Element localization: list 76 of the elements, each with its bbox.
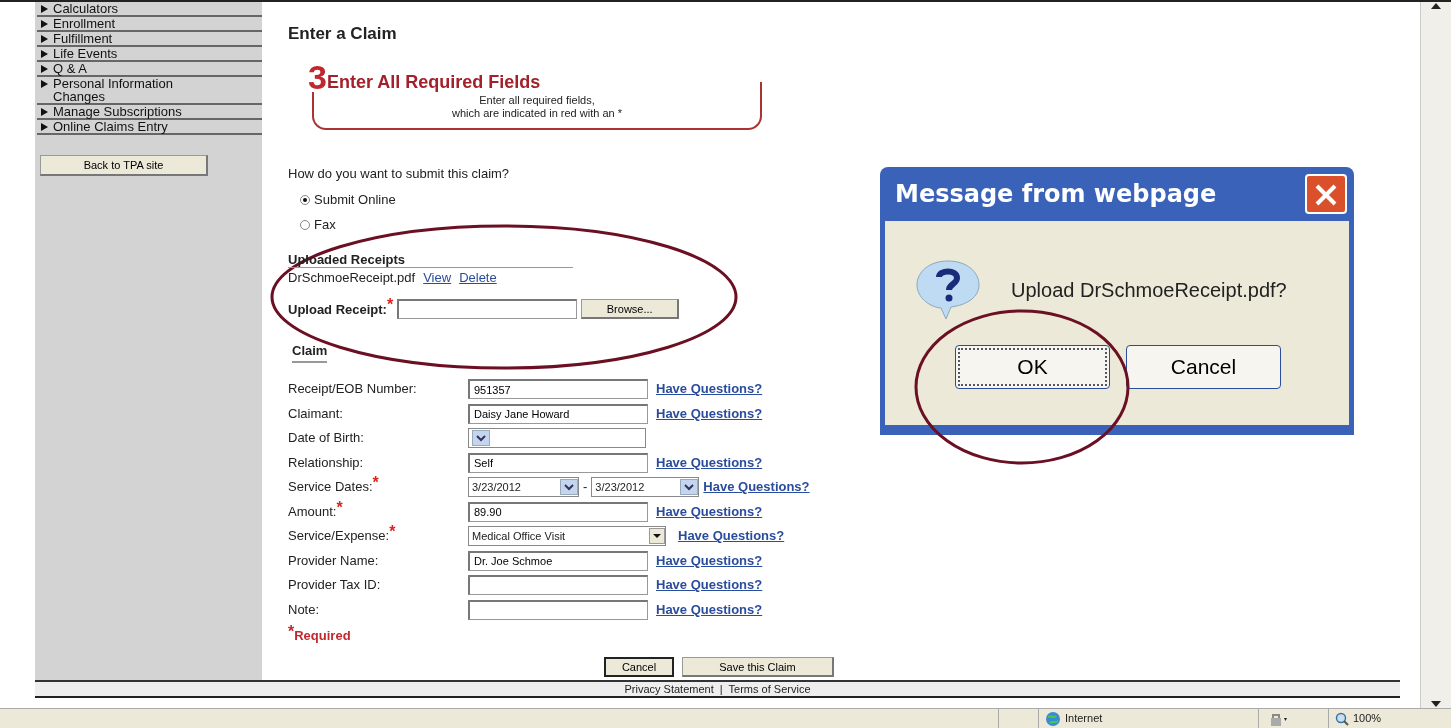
cancel-button[interactable]: Cancel	[1126, 345, 1281, 389]
help-link[interactable]: Have Questions?	[656, 452, 763, 473]
zoom-icon	[1335, 711, 1349, 726]
field-label: Upload Receipt:	[288, 301, 387, 319]
text-field[interactable]	[468, 599, 648, 620]
sidebar-link[interactable]: Calculators	[53, 2, 119, 15]
step-description: which are indicated in red with an *	[451, 107, 623, 121]
radio-option[interactable]: Fax	[300, 215, 336, 235]
help-link[interactable]: Have Questions?	[656, 379, 763, 399]
sidebar-link[interactable]: Fulfillment	[53, 32, 113, 45]
globe-icon	[1045, 710, 1061, 727]
back-button[interactable]: Back to TPA site	[40, 155, 208, 176]
field-label: Provider Tax ID:	[288, 576, 381, 595]
field-label: Relationship:	[288, 453, 364, 472]
page-title: Enter a Claim	[288, 24, 398, 45]
section-heading: Claim	[292, 341, 328, 363]
help-link[interactable]: Have Questions?	[656, 575, 763, 595]
close-icon	[1314, 183, 1338, 207]
sidebar-link[interactable]: Q & A	[53, 62, 87, 75]
field-label: Amount:	[288, 503, 337, 521]
text-field[interactable]: Self	[468, 452, 648, 473]
scroll-up-icon[interactable]	[1430, 2, 1442, 10]
help-link[interactable]: Have Questions?	[656, 550, 763, 571]
required-asterisk: *	[386, 299, 394, 312]
footer-link[interactable]: Privacy Statement	[624, 680, 714, 698]
text-field[interactable]: Daisy Jane Howard	[468, 403, 648, 424]
date-picker[interactable]: 3/23/2012	[468, 477, 579, 498]
text-field[interactable]: 89.90	[468, 501, 648, 522]
sidebar-link[interactable]: Online Claims Entry	[53, 120, 168, 133]
sidebar-link[interactable]: Enrollment	[53, 17, 116, 30]
date-picker[interactable]: 3/23/2012	[591, 477, 700, 498]
file-link[interactable]: Delete	[459, 267, 497, 288]
dropdown-field[interactable]: Medical Office Visit	[468, 526, 666, 547]
field-label: Note:	[288, 600, 320, 619]
file-path-field[interactable]	[397, 299, 578, 320]
zoom-level: 100%	[1353, 711, 1382, 727]
help-link[interactable]: Have Questions?	[656, 599, 763, 620]
field-label: Service/Expense:	[288, 528, 390, 546]
scrollbar[interactable]	[1420, 2, 1451, 708]
step-title: Enter All Required Fields	[326, 72, 541, 93]
footer-link[interactable]: Terms of Service	[728, 680, 811, 698]
step-number: 3	[308, 62, 327, 93]
file-link[interactable]: View	[423, 267, 452, 288]
file-name: DrSchmoeReceipt.pdf	[288, 268, 416, 287]
help-link[interactable]: Have Questions?	[678, 526, 785, 546]
browse-button[interactable]: Browse...	[581, 299, 680, 320]
sidebar-link[interactable]: Life Events	[53, 47, 118, 60]
field-label: Claimant:	[288, 404, 343, 423]
field-label: Service Dates:	[288, 479, 373, 497]
ok-button[interactable]: OK	[955, 345, 1110, 389]
field-label: Date of Birth:	[288, 429, 364, 448]
sidebar-link[interactable]: Personal Information Changes	[53, 77, 222, 103]
text-field[interactable]	[468, 575, 648, 596]
cancel-button[interactable]: Cancel	[604, 657, 674, 678]
text-field[interactable]: Dr. Joe Schmoe	[468, 550, 648, 571]
dialog-message: Upload DrSchmoeReceipt.pdf?	[1011, 278, 1287, 303]
zoom-control[interactable]: 100%	[1328, 709, 1428, 728]
help-link[interactable]: Have Questions?	[656, 403, 763, 424]
help-link[interactable]: Have Questions?	[656, 501, 763, 522]
close-button[interactable]	[1305, 174, 1347, 214]
question-text: How do you want to submit this claim?	[288, 165, 511, 184]
required-asterisk: *	[389, 526, 396, 539]
radio-option[interactable]: Submit Online	[300, 189, 396, 210]
field-label: Provider Name:	[288, 551, 379, 570]
required-asterisk: *	[372, 477, 379, 490]
sidebar-link[interactable]: Manage Subscriptions	[53, 105, 182, 118]
help-link[interactable]: Have Questions?	[703, 477, 810, 497]
required-asterisk: *	[336, 501, 343, 514]
save-button[interactable]: Save this Claim	[682, 657, 834, 678]
date-separator: -	[583, 478, 588, 497]
dialog-title: Message from webpage	[895, 179, 1217, 210]
footer-separator: |	[719, 681, 723, 697]
text-field[interactable]: 951357	[468, 379, 648, 400]
security-zone-text: Internet	[1065, 711, 1103, 727]
field-label: Receipt/EOB Number:	[288, 380, 417, 399]
step-description: Enter all required fields,	[478, 94, 596, 108]
